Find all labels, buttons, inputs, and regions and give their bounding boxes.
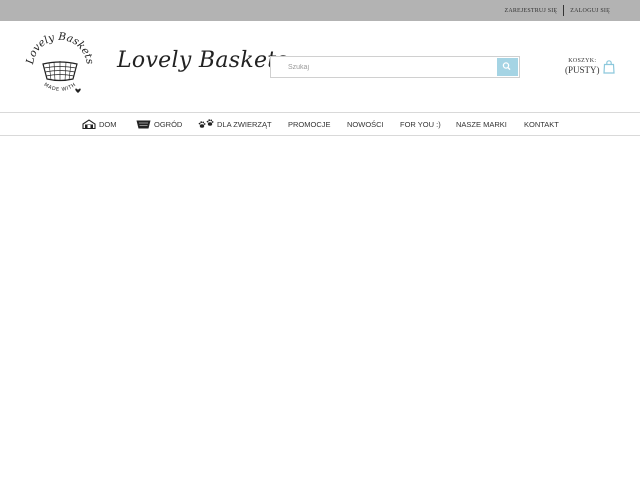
login-link[interactable]: ZALOGUJ SIĘ — [570, 8, 610, 14]
nav-item-label: NASZE MARKI — [456, 119, 507, 129]
paw-icon — [198, 119, 214, 128]
search-icon — [502, 62, 511, 71]
svg-text:Lovely Baskets: Lovely Baskets — [24, 31, 96, 67]
search-input[interactable] — [271, 57, 497, 77]
nav-item-promocje[interactable]: PROMOCJE — [288, 113, 331, 135]
nav-item-dla-zwierzat[interactable]: DLA ZWIERZĄT — [198, 113, 272, 135]
nav-item-for-you[interactable]: FOR YOU :) — [400, 113, 441, 135]
nav-item-label: OGRÓD — [154, 119, 183, 129]
nav-item-label: DLA ZWIERZĄT — [217, 119, 272, 129]
cart-summary[interactable]: KOSZYK: (PUSTY) — [565, 58, 600, 75]
search-box — [270, 56, 520, 78]
cart-label: KOSZYK: — [568, 58, 597, 64]
page-content — [0, 136, 640, 480]
logo-icon: Lovely Baskets MADE WITH — [24, 31, 96, 93]
nav-item-kontakt[interactable]: KONTAKT — [524, 113, 559, 135]
basket-icon — [136, 120, 151, 129]
nav-item-label: KONTAKT — [524, 119, 559, 129]
shopping-bag-icon[interactable] — [603, 60, 615, 74]
search-button[interactable] — [497, 58, 518, 76]
nav-item-ogrod[interactable]: OGRÓD — [136, 113, 182, 135]
account-links: ZAREJESTRUJ SIĘ ZALOGUJ SIĘ — [504, 0, 610, 21]
nav-item-label: FOR YOU :) — [400, 119, 441, 129]
nav-item-dom[interactable]: DOM — [82, 113, 117, 135]
top-bar: ZAREJESTRUJ SIĘ ZALOGUJ SIĘ — [0, 0, 640, 21]
main-nav: DOM OGRÓD DLA ZWIERZĄT PROMOCJE NOWOŚCI … — [0, 112, 640, 136]
logo-badge-top-text: Lovely Baskets — [24, 31, 96, 67]
heart-icon — [75, 88, 81, 93]
nav-item-label: PROMOCJE — [288, 119, 331, 129]
nav-item-label: DOM — [99, 119, 117, 129]
logo-badge-bottom-text: MADE WITH — [43, 82, 77, 93]
brand-name[interactable]: Lovely Baskets — [117, 48, 288, 73]
register-link[interactable]: ZAREJESTRUJ SIĘ — [504, 8, 557, 14]
svg-text:MADE WITH: MADE WITH — [43, 82, 78, 93]
nav-item-label: NOWOŚCI — [347, 119, 384, 129]
cart-status: (PUSTY) — [565, 65, 600, 75]
nav-item-nasze-marki[interactable]: NASZE MARKI — [456, 113, 507, 135]
house-icon — [82, 119, 96, 129]
link-divider — [563, 5, 565, 16]
logo-badge[interactable]: Lovely Baskets MADE WITH — [23, 27, 97, 101]
nav-item-nowosci[interactable]: NOWOŚCI — [347, 113, 384, 135]
